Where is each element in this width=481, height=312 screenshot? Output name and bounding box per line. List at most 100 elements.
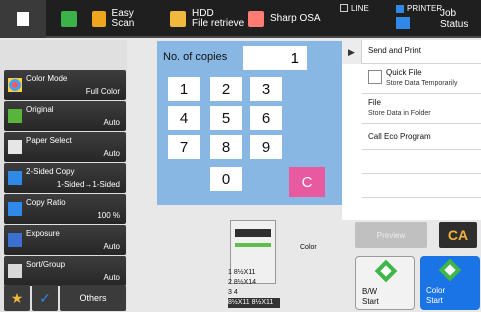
key-5[interactable]: 5	[210, 106, 242, 130]
line-status-box	[340, 4, 348, 12]
sort-group-label: Sort/Group	[26, 260, 66, 269]
start-icon	[438, 258, 462, 282]
color-mode-label: Color Mode	[26, 74, 68, 83]
printer-status-box	[396, 5, 404, 13]
machine-preview: 1 8½X11 2 8½X14 3 4 8½X11 8½X11 Color	[222, 216, 322, 312]
quick-file-label: Quick File	[386, 68, 422, 77]
file-retrieve-label: File retrieve	[192, 18, 245, 29]
quick-file-sublabel: Store Data Temporarily	[386, 80, 458, 87]
key-2[interactable]: 2	[210, 77, 242, 101]
two-sided-copy-value: 1-Sided→1-Sided	[56, 180, 120, 189]
favorites-button[interactable]: ★	[4, 285, 30, 311]
left-settings-column: Color Mode Full Color Original Auto Pape…	[0, 40, 127, 312]
paper-tray-4: 8½X11 8½X11	[228, 298, 280, 308]
job-status-label: Job Status	[440, 8, 469, 30]
copy-ratio-label: Copy Ratio	[26, 198, 66, 207]
color-mode-button[interactable]: Color Mode Full Color	[4, 70, 126, 100]
start-icon	[374, 259, 398, 283]
clear-all-label: CA	[447, 227, 469, 243]
send-and-print-label: Send and Print	[368, 46, 421, 55]
copies-label: No. of copies	[163, 51, 228, 63]
key-3[interactable]: 3	[250, 77, 282, 101]
left-bottom-row: ★ ✓ Others	[4, 285, 126, 311]
easy-scan-button[interactable]: Easy Scan	[92, 0, 152, 38]
key-8[interactable]: 8	[210, 135, 242, 159]
wifi-icon	[396, 17, 410, 29]
paper-tray-3: 3 4	[228, 289, 238, 296]
top-bar: Easy Scan HDD File retrieve Sharp OSA LI…	[0, 0, 481, 38]
eco-program-label: Call Eco Program	[368, 132, 431, 141]
key-6[interactable]: 6	[250, 106, 282, 130]
copy-mode-button[interactable]	[58, 0, 86, 38]
clear-key[interactable]: C	[289, 167, 325, 197]
exposure-label: Exposure	[26, 229, 60, 238]
copy-ratio-button[interactable]: Copy Ratio 100 %	[4, 194, 126, 224]
copy-icon	[61, 11, 77, 27]
preview-button[interactable]: Preview	[355, 222, 427, 248]
key-7[interactable]: 7	[168, 135, 200, 159]
exposure-button[interactable]: Exposure Auto	[4, 225, 126, 255]
original-value: Auto	[103, 118, 120, 127]
paper-icon	[8, 140, 22, 154]
copies-count-field[interactable]: 1	[243, 46, 307, 70]
color-indicator-label: Color	[300, 244, 317, 251]
two-sided-copy-button[interactable]: 2-Sided Copy 1-Sided→1-Sided	[4, 163, 126, 193]
job-status-button[interactable]: Job Status	[440, 0, 481, 38]
clear-all-button[interactable]: CA	[439, 222, 477, 248]
eco-program-item[interactable]: Call Eco Program	[362, 124, 481, 150]
ratio-icon	[8, 202, 22, 216]
hdd-file-retrieve-button[interactable]: HDD File retrieve	[170, 0, 250, 38]
checkmark-icon: ✓	[39, 289, 51, 306]
paper-select-label: Paper Select	[26, 136, 72, 145]
file-item[interactable]: File Store Data in Folder	[362, 94, 481, 124]
sort-group-icon	[8, 264, 22, 278]
bw-start-button[interactable]: B/W Start	[355, 256, 415, 310]
file-sublabel: Store Data in Folder	[368, 110, 431, 117]
line-label: LINE	[351, 4, 369, 13]
exposure-icon	[8, 233, 22, 247]
copy-ratio-value: 100 %	[97, 211, 120, 220]
empty-item-1	[362, 150, 481, 174]
key-0[interactable]: 0	[210, 167, 242, 191]
key-1[interactable]: 1	[168, 77, 200, 101]
home-button[interactable]	[0, 0, 46, 38]
key-4[interactable]: 4	[168, 106, 200, 130]
line-indicator: LINE	[340, 0, 392, 38]
others-label: Others	[79, 293, 107, 303]
play-arrow-icon: ▶	[348, 46, 355, 57]
osa-icon	[248, 11, 264, 27]
color-start-label: Start	[426, 296, 443, 305]
easy-scan-label: Easy Scan	[111, 8, 135, 29]
copies-count-value: 1	[290, 49, 299, 67]
paper-select-value: Auto	[103, 149, 120, 158]
sort-group-value: Auto	[103, 273, 120, 282]
others-button[interactable]: Others	[60, 285, 126, 311]
osa-label: Sharp OSA	[270, 13, 321, 24]
original-icon	[8, 109, 22, 123]
folder-icon	[170, 11, 186, 27]
collapse-panel-button[interactable]: ▶	[342, 40, 362, 64]
color-mode-value: Full Color	[85, 87, 120, 96]
original-label: Original	[26, 105, 54, 114]
original-button[interactable]: Original Auto	[4, 101, 126, 131]
color-start-button[interactable]: Color Start	[420, 256, 480, 310]
key-9[interactable]: 9	[250, 135, 282, 159]
copies-keypad-panel: No. of copies 1 1 2 3 4 5 6 7 8 9 0 C	[157, 41, 342, 205]
printer-label: PRINTER	[407, 4, 443, 13]
send-and-print-item[interactable]: Send and Print	[362, 40, 481, 64]
home-icon	[17, 12, 29, 26]
printer-indicator[interactable]: PRINTER	[396, 0, 442, 38]
check-button[interactable]: ✓	[32, 285, 58, 311]
paper-tray-2: 2 8½X14	[228, 279, 257, 286]
file-label: File	[368, 98, 381, 107]
sharp-osa-button[interactable]: Sharp OSA	[248, 0, 338, 38]
paper-tray-list: 1 8½X11 2 8½X14 3 4 8½X11 8½X11	[228, 268, 280, 308]
quick-file-item[interactable]: Quick File Store Data Temporarily	[362, 64, 481, 94]
paper-select-button[interactable]: Paper Select Auto	[4, 132, 126, 162]
exposure-value: Auto	[103, 242, 120, 251]
quick-file-checkbox[interactable]	[368, 70, 382, 84]
two-sided-copy-label: 2-Sided Copy	[26, 167, 75, 176]
right-action-panel: ▶ Send and Print Quick File Store Data T…	[342, 40, 481, 220]
bw-start-label: Start	[362, 297, 379, 306]
sort-group-button[interactable]: Sort/Group Auto	[4, 256, 126, 286]
